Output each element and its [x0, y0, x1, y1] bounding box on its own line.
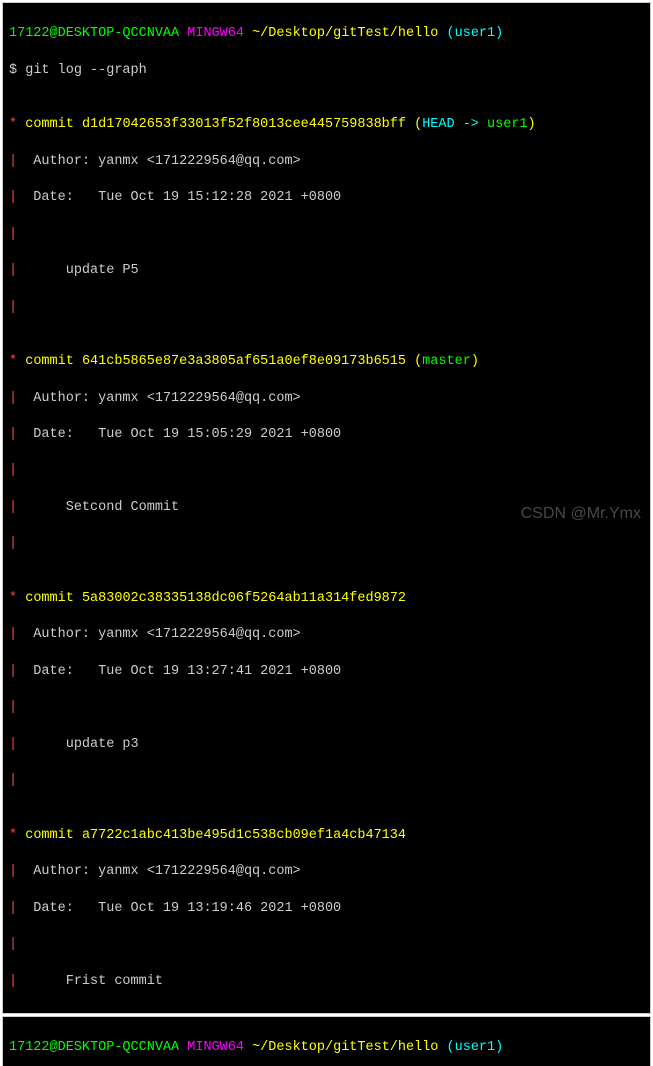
msg-line: | update P5 — [9, 262, 644, 280]
env: MINGW64 — [187, 1040, 244, 1055]
prompt-symbol: $ — [9, 63, 17, 78]
author-line: | Author: yanmx <1712229564@qq.com> — [9, 390, 644, 408]
author-line: | Author: yanmx <1712229564@qq.com> — [9, 863, 644, 881]
command-line: $ git log --graph — [9, 62, 644, 80]
commit-line: * commit 641cb5865e87e3a3805af651a0ef8e0… — [9, 353, 644, 371]
date-line: | Date: Tue Oct 19 15:05:29 2021 +0800 — [9, 426, 644, 444]
env: MINGW64 — [187, 26, 244, 41]
blank-line: | — [9, 699, 644, 717]
author-line: | Author: yanmx <1712229564@qq.com> — [9, 626, 644, 644]
terminal-2: 17122@DESKTOP-QCCNVAA MINGW64 ~/Desktop/… — [2, 1016, 651, 1066]
blank-line: | — [9, 535, 644, 553]
blank-line: | — [9, 772, 644, 790]
branch: (user1) — [447, 26, 504, 41]
commit-hash: d1d17042653f33013f52f8013cee445759838bff — [82, 117, 406, 132]
path: ~/Desktop/gitTest/hello — [252, 1040, 438, 1055]
msg-line: | update p3 — [9, 736, 644, 754]
msg-line: | Frist commit — [9, 973, 644, 991]
commit-hash: 5a83002c38335138dc06f5264ab11a314fed9872 — [82, 591, 406, 606]
commit-line: * commit d1d17042653f33013f52f8013cee445… — [9, 116, 644, 134]
blank-line: | — [9, 462, 644, 480]
author-line: | Author: yanmx <1712229564@qq.com> — [9, 153, 644, 171]
msg-line: | Setcond Commit — [9, 499, 644, 517]
prompt-line: 17122@DESKTOP-QCCNVAA MINGW64 ~/Desktop/… — [9, 1039, 644, 1057]
user-host: 17122@DESKTOP-QCCNVAA — [9, 26, 179, 41]
terminal-1: 17122@DESKTOP-QCCNVAA MINGW64 ~/Desktop/… — [2, 2, 651, 1014]
blank-line: | — [9, 936, 644, 954]
path: ~/Desktop/gitTest/hello — [252, 26, 438, 41]
commit-hash: 641cb5865e87e3a3805af651a0ef8e09173b6515 — [82, 354, 406, 369]
branch: (user1) — [447, 1040, 504, 1055]
commit-line: * commit 5a83002c38335138dc06f5264ab11a3… — [9, 590, 644, 608]
commit-hash: a7722c1abc413be495d1c538cb09ef1a4cb47134 — [82, 828, 406, 843]
user-host: 17122@DESKTOP-QCCNVAA — [9, 1040, 179, 1055]
prompt-line: 17122@DESKTOP-QCCNVAA MINGW64 ~/Desktop/… — [9, 25, 644, 43]
date-line: | Date: Tue Oct 19 13:19:46 2021 +0800 — [9, 900, 644, 918]
date-line: | Date: Tue Oct 19 13:27:41 2021 +0800 — [9, 663, 644, 681]
command: git log --graph — [25, 63, 147, 78]
commit-line: * commit a7722c1abc413be495d1c538cb09ef1… — [9, 827, 644, 845]
blank-line: | — [9, 299, 644, 317]
blank-line: | — [9, 226, 644, 244]
date-line: | Date: Tue Oct 19 15:12:28 2021 +0800 — [9, 189, 644, 207]
